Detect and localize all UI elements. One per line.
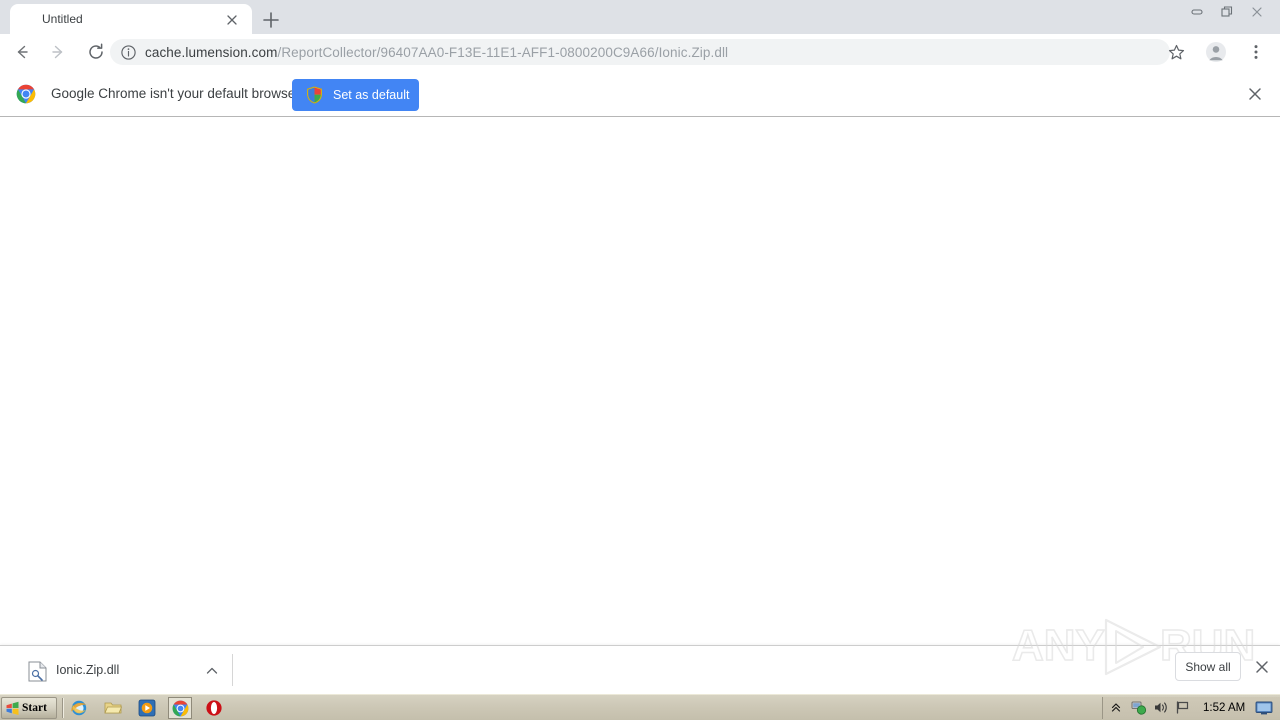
infobar-close-icon[interactable]: [1246, 85, 1264, 103]
close-button[interactable]: [1242, 2, 1272, 22]
show-all-downloads-button[interactable]: Show all: [1175, 652, 1241, 681]
set-as-default-label: Set as default: [333, 88, 410, 102]
tray-clock[interactable]: 1:52 AM: [1203, 702, 1245, 714]
dll-file-icon: [28, 661, 47, 687]
windows-taskbar: Start 1:52 AM: [0, 694, 1280, 720]
download-shelf-separator: [232, 654, 233, 686]
address-bar-text: cache.lumension.com/ReportCollector/9640…: [145, 45, 728, 60]
monitor-icon[interactable]: [1255, 701, 1273, 715]
page-viewport: [0, 118, 1280, 645]
start-button[interactable]: Start: [1, 697, 57, 719]
reload-button[interactable]: [80, 36, 112, 68]
network-icon[interactable]: [1131, 700, 1147, 716]
flag-icon[interactable]: [1175, 700, 1191, 716]
download-shelf: Ionic.Zip.dll: [0, 645, 1280, 694]
bookmark-star-icon[interactable]: [1160, 36, 1192, 68]
tab-close-icon[interactable]: [224, 12, 240, 28]
browser-window: Untitled cache.lumension.com/ReportColle…: [0, 0, 1280, 720]
taskbar-media-player-icon[interactable]: [138, 699, 156, 717]
windows-shield-icon: [306, 86, 323, 104]
tab-strip: Untitled: [0, 0, 1280, 34]
chrome-menu-icon[interactable]: [1240, 36, 1272, 68]
quick-launch-separator: [62, 698, 64, 718]
infobar-message: Google Chrome isn't your default browser: [51, 86, 300, 101]
tray-expand-chevron-icon[interactable]: [1109, 700, 1125, 716]
download-shelf-close-icon[interactable]: [1253, 658, 1271, 676]
browser-tab[interactable]: Untitled: [10, 4, 252, 34]
minimize-button[interactable]: [1182, 2, 1212, 22]
chrome-logo-icon: [16, 84, 36, 104]
start-label: Start: [22, 702, 47, 714]
taskbar-internet-explorer-icon[interactable]: [70, 699, 88, 717]
taskbar-windows-explorer-icon[interactable]: [104, 699, 123, 717]
address-bar[interactable]: cache.lumension.com/ReportCollector/9640…: [110, 39, 1170, 65]
download-item[interactable]: Ionic.Zip.dll: [8, 652, 224, 689]
download-file-name: Ionic.Zip.dll: [56, 663, 120, 677]
download-menu-chevron-icon[interactable]: [204, 663, 220, 679]
taskbar-google-chrome-icon[interactable]: [168, 697, 192, 719]
address-bar-path: /ReportCollector/96407AA0-F13E-11E1-AFF1…: [277, 44, 729, 60]
profile-avatar-icon[interactable]: [1200, 36, 1232, 68]
back-button[interactable]: [6, 36, 38, 68]
info-circle-icon[interactable]: [120, 44, 137, 61]
new-tab-button[interactable]: [258, 7, 284, 33]
window-controls: [1182, 1, 1274, 23]
address-bar-host: cache.lumension.com: [145, 44, 278, 60]
system-tray: 1:52 AM: [1102, 697, 1280, 719]
windows-logo-icon: [5, 701, 20, 716]
taskbar-opera-icon[interactable]: [205, 699, 223, 717]
default-browser-infobar: Google Chrome isn't your default browser: [0, 70, 1280, 117]
toolbar-actions: [1156, 36, 1276, 68]
tab-title: Untitled: [42, 12, 83, 26]
set-as-default-button[interactable]: Set as default: [292, 79, 419, 111]
browser-toolbar: cache.lumension.com/ReportCollector/9640…: [0, 34, 1280, 70]
restore-button[interactable]: [1212, 2, 1242, 22]
volume-icon[interactable]: [1153, 700, 1169, 716]
forward-button[interactable]: [42, 36, 74, 68]
